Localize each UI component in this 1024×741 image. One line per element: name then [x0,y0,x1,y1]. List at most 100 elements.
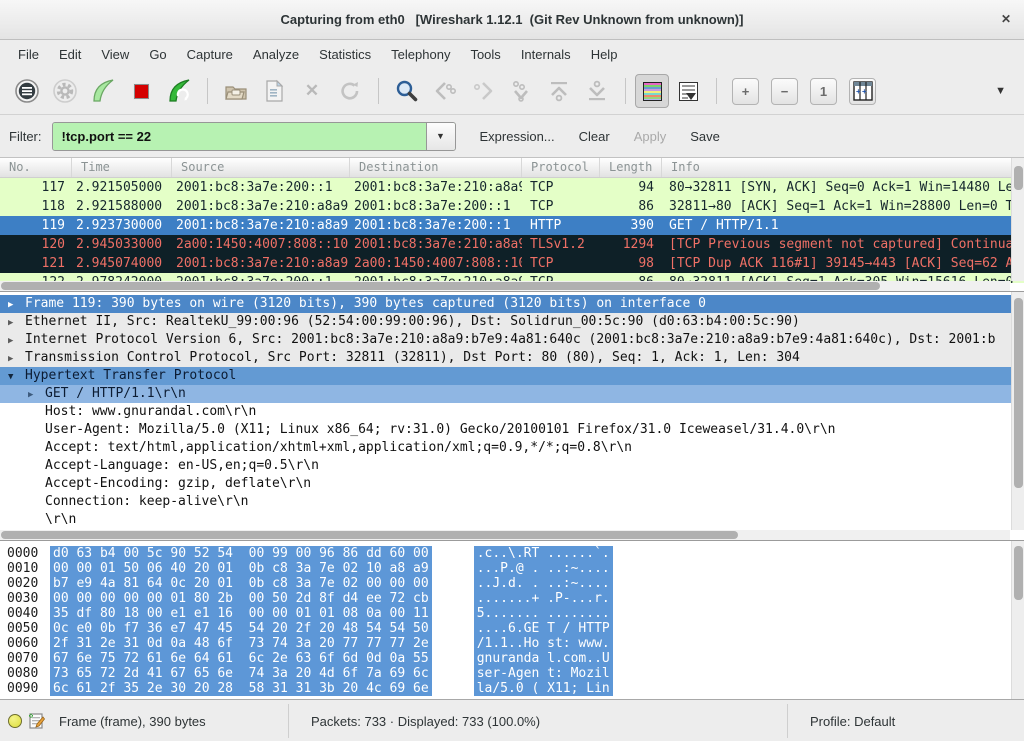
start-capture-button[interactable] [87,74,119,108]
menu-go[interactable]: Go [139,42,176,67]
column-header-source[interactable]: Source [172,158,350,177]
hex-row[interactable]: 007067 6e 75 72 61 6e 64 61 6c 2e 63 6f … [0,651,1024,666]
hex-row[interactable]: 001000 00 01 50 06 40 20 01 0b c8 3a 7e … [0,561,1024,576]
packet-list-vertical-scrollbar[interactable] [1011,158,1024,281]
zoom-in-button[interactable]: + [732,78,759,105]
packet-row-119-selected[interactable]: 119 2.923730000 2001:bc8:3a7e:210:a8a9 2… [0,216,1024,235]
expand-arrow-icon[interactable]: ▶ [8,332,25,349]
list-interfaces-button[interactable] [11,74,43,108]
go-last-button[interactable] [581,74,613,108]
column-header-no[interactable]: No. [0,158,72,177]
detail-row-crlf[interactable]: \r\n [0,511,1024,529]
expand-arrow-icon[interactable]: ▶ [8,314,25,331]
save-button[interactable]: Save [690,129,720,144]
toolbar-overflow-button[interactable]: ▼ [995,85,1006,97]
packet-list-horizontal-scrollbar[interactable] [0,281,1010,291]
expand-arrow-icon[interactable]: ▶ [8,296,25,313]
detail-row-user-agent[interactable]: User-Agent: Mozilla/5.0 (X11; Linux x86_… [0,421,1024,439]
detail-row-accept-language[interactable]: Accept-Language: en-US,en;q=0.5\r\n [0,457,1024,475]
column-header-time[interactable]: Time [72,158,172,177]
filter-history-dropdown[interactable]: ▼ [426,123,455,150]
collapse-arrow-icon[interactable]: ▼ [8,368,25,385]
menu-statistics[interactable]: Statistics [309,42,381,67]
stop-capture-button[interactable] [125,74,157,108]
capture-comment-icon[interactable] [27,712,45,730]
packet-row-121[interactable]: 121 2.945074000 2001:bc8:3a7e:210:a8a9 2… [0,254,1024,273]
zoom-100-button[interactable]: 1 [810,78,837,105]
go-back-button[interactable] [429,74,461,108]
hex-vertical-scrollbar[interactable] [1011,541,1024,699]
expression-button[interactable]: Expression... [480,129,555,144]
detail-row-frame[interactable]: ▶Frame 119: 390 bytes on wire (3120 bits… [0,295,1024,313]
reload-file-button[interactable] [334,74,366,108]
open-file-button[interactable] [220,74,252,108]
restart-capture-button[interactable] [163,74,195,108]
detail-row-accept[interactable]: Accept: text/html,application/xhtml+xml,… [0,439,1024,457]
packet-row-118[interactable]: 118 2.921588000 2001:bc8:3a7e:210:a8a9 2… [0,197,1024,216]
detail-row-host[interactable]: Host: www.gnurandal.com\r\n [0,403,1024,421]
detail-row-accept-encoding[interactable]: Accept-Encoding: gzip, deflate\r\n [0,475,1024,493]
scrollbar-thumb[interactable] [1,282,880,290]
hex-row[interactable]: 00500c e0 0b f7 36 e7 47 45 54 20 2f 20 … [0,621,1024,636]
detail-row-connection[interactable]: Connection: keep-alive\r\n [0,493,1024,511]
colorize-packets-button[interactable] [635,74,669,108]
scrollbar-thumb[interactable] [1014,298,1023,488]
menu-edit[interactable]: Edit [49,42,91,67]
clear-button[interactable]: Clear [579,129,610,144]
save-file-icon [261,78,287,104]
menu-internals[interactable]: Internals [511,42,581,67]
column-header-length[interactable]: Length [600,158,662,177]
status-packet-counts: Packets: 733 · Displayed: 733 (100.0%) [289,700,787,741]
go-first-button[interactable] [543,74,575,108]
hex-row[interactable]: 00906c 61 2f 35 2e 30 20 28 58 31 31 3b … [0,681,1024,696]
filter-input[interactable] [53,123,426,150]
hex-row[interactable]: 0000d0 63 b4 00 5c 90 52 54 00 99 00 96 … [0,546,1024,561]
expand-arrow-icon[interactable]: ▶ [8,350,25,367]
detail-row-tcp[interactable]: ▶Transmission Control Protocol, Src Port… [0,349,1024,367]
close-file-button[interactable]: ✕ [296,74,328,108]
hex-row[interactable]: 008073 65 72 2d 41 67 65 6e 74 3a 20 4d … [0,666,1024,681]
scrollbar-thumb[interactable] [1014,546,1023,600]
detail-row-http[interactable]: ▼Hypertext Transfer Protocol [0,367,1024,385]
menu-capture[interactable]: Capture [177,42,243,67]
detail-row-ipv6[interactable]: ▶Internet Protocol Version 6, Src: 2001:… [0,331,1024,349]
start-capture-fin-icon [90,78,116,104]
column-header-destination[interactable]: Destination [350,158,522,177]
details-vertical-scrollbar[interactable] [1011,292,1024,530]
toolbar-separator [716,78,717,104]
column-header-info[interactable]: Info [662,158,1024,177]
save-file-button[interactable] [258,74,290,108]
packet-row-117[interactable]: 117 2.921505000 2001:bc8:3a7e:200::1 200… [0,178,1024,197]
expert-info-icon[interactable] [8,714,22,728]
window-title: Capturing from eth0 [Wireshark 1.12.1 (G… [281,12,744,27]
menu-view[interactable]: View [91,42,139,67]
zoom-out-button[interactable]: − [771,78,798,105]
hex-row[interactable]: 0020b7 e9 4a 81 64 0c 20 01 0b c8 3a 7e … [0,576,1024,591]
go-forward-button[interactable] [467,74,499,108]
hex-row[interactable]: 003000 00 00 00 00 01 80 2b 00 50 2d 8f … [0,591,1024,606]
hex-row[interactable]: 00602f 31 2e 31 0d 0a 48 6f 73 74 3a 20 … [0,636,1024,651]
go-to-packet-button[interactable] [505,74,537,108]
menu-telephony[interactable]: Telephony [381,42,460,67]
close-window-button[interactable]: ✕ [1001,12,1011,26]
packet-row-120[interactable]: 120 2.945033000 2a00:1450:4007:808::10 2… [0,235,1024,254]
menu-tools[interactable]: Tools [460,42,510,67]
column-header-protocol[interactable]: Protocol [522,158,600,177]
apply-button[interactable]: Apply [634,129,667,144]
scrollbar-thumb[interactable] [1,531,738,539]
hex-row[interactable]: 004035 df 80 18 00 e1 e1 16 00 00 01 01 … [0,606,1024,621]
find-packet-button[interactable] [391,74,423,108]
menu-help[interactable]: Help [581,42,628,67]
detail-row-get-request[interactable]: ▶GET / HTTP/1.1\r\n [0,385,1024,403]
resize-columns-button[interactable]: + + [849,78,876,105]
expand-arrow-icon[interactable]: ▶ [28,386,45,403]
detail-row-ethernet[interactable]: ▶Ethernet II, Src: RealtekU_99:00:96 (52… [0,313,1024,331]
menu-file[interactable]: File [8,42,49,67]
capture-options-button[interactable] [49,74,81,108]
auto-scroll-button[interactable] [672,74,704,108]
scrollbar-thumb[interactable] [1014,166,1023,190]
details-horizontal-scrollbar[interactable] [0,530,1010,540]
status-profile[interactable]: Profile: Default [788,700,1024,741]
menu-analyze[interactable]: Analyze [243,42,309,67]
menu-bar: File Edit View Go Capture Analyze Statis… [0,40,1024,68]
